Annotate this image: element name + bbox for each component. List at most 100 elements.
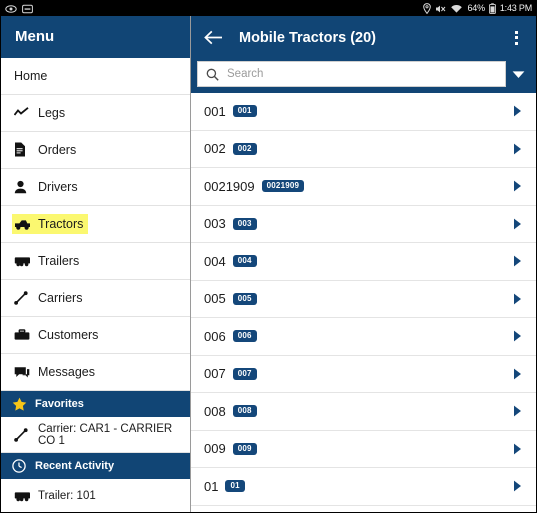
sidebar-item-carriers[interactable]: Carriers — [1, 280, 190, 318]
list-item[interactable]: 003 003 — [191, 205, 536, 243]
sidebar-item-label: Trailers — [38, 254, 80, 269]
list-item-badge: 009 — [232, 442, 257, 455]
status-bar-right-icons: 64% 1:43 PM — [423, 3, 532, 14]
list-item[interactable]: 001 001 — [191, 93, 536, 131]
chevron-right-icon[interactable] — [510, 143, 524, 155]
list-item[interactable]: 007 007 — [191, 355, 536, 393]
app-bar: Mobile Tractors (20) — [191, 16, 536, 59]
list-item[interactable]: 005 005 — [191, 280, 536, 318]
chevron-right-icon[interactable] — [510, 443, 524, 455]
app-body: Menu Home Legs Orders Drivers Tractors T… — [1, 16, 536, 512]
chevron-right-icon[interactable] — [510, 293, 524, 305]
chevron-down-icon[interactable] — [506, 70, 530, 79]
briefcase-icon — [14, 329, 33, 341]
list-item[interactable]: 006 006 — [191, 318, 536, 356]
sidebar-item-tractors[interactable]: Tractors — [1, 206, 190, 244]
person-icon — [14, 180, 33, 194]
app-screen: 64% 1:43 PM Menu Home Legs Orders Driver… — [0, 0, 537, 513]
list-item-label: 006 — [204, 328, 226, 344]
chevron-right-icon[interactable] — [510, 368, 524, 380]
link-icon — [14, 291, 33, 305]
list-item-badge: 001 — [232, 105, 257, 118]
overflow-menu-icon[interactable] — [505, 25, 527, 51]
sidebar-item-label: Tractors — [38, 217, 84, 232]
chevron-right-icon[interactable] — [510, 180, 524, 192]
battery-icon — [489, 3, 496, 14]
list-item[interactable]: 004 004 — [191, 243, 536, 281]
list-item[interactable]: 002 002 — [191, 130, 536, 168]
list-item-badge: 0021909 — [261, 180, 305, 193]
search-input[interactable] — [227, 62, 505, 86]
chevron-right-icon[interactable] — [510, 255, 524, 267]
link-icon — [14, 427, 33, 442]
mute-icon — [436, 5, 446, 12]
list-item-label: 009 — [204, 441, 226, 457]
list-item-label: 007 — [204, 366, 226, 382]
favorite-item-label: Carrier: CAR1 - CARRIER CO 1 — [38, 422, 173, 447]
list-item[interactable]: 008 008 — [191, 393, 536, 431]
screenshot-icon — [22, 4, 33, 13]
recent-activity-section-header: Recent Activity — [1, 452, 190, 479]
android-status-bar: 64% 1:43 PM — [1, 1, 536, 16]
list-item-label: 01 — [204, 478, 219, 494]
chevron-right-icon[interactable] — [510, 480, 524, 492]
list-item-badge: 007 — [232, 367, 257, 380]
wifi-icon — [451, 4, 463, 13]
sidebar-item-tractors-highlight: Tractors — [12, 214, 89, 235]
list-item-label: 005 — [204, 291, 226, 307]
chevron-right-icon[interactable] — [510, 405, 524, 417]
status-bar-left-icons — [5, 4, 33, 14]
tractor-icon — [14, 218, 33, 230]
star-icon — [12, 397, 31, 411]
list-item-badge: 008 — [232, 405, 257, 418]
sidebar-item-customers[interactable]: Customers — [1, 317, 190, 355]
list-item-badge: 005 — [232, 292, 257, 305]
back-arrow-icon[interactable] — [201, 26, 225, 50]
list-item-label: 0021909 — [204, 178, 255, 194]
sidebar-item-label: Customers — [38, 328, 99, 343]
eye-icon — [5, 4, 17, 13]
sidebar-item-label: Messages — [38, 365, 95, 380]
list-item-badge: 004 — [232, 255, 257, 268]
sidebar-item-label: Carriers — [38, 291, 83, 306]
document-icon — [14, 142, 33, 157]
list-item[interactable]: 01 01 — [191, 468, 536, 506]
page-title: Mobile Tractors (20) — [239, 29, 376, 46]
sidebar-item-legs[interactable]: Legs — [1, 94, 190, 132]
list-item[interactable]: 009 009 — [191, 430, 536, 468]
list-item-label: 002 — [204, 141, 226, 157]
chevron-right-icon[interactable] — [510, 330, 524, 342]
location-icon — [423, 3, 432, 14]
chart-line-icon — [14, 107, 33, 118]
list-item-label: 008 — [204, 403, 226, 419]
trailer-icon — [14, 255, 33, 267]
sidebar-item-drivers[interactable]: Drivers — [1, 168, 190, 206]
recent-activity-item-label: Trailer: 101 — [38, 489, 96, 502]
favorite-item-carrier[interactable]: Carrier: CAR1 - CARRIER CO 1 — [1, 417, 190, 453]
sidebar-item-home[interactable]: Home — [1, 57, 190, 95]
sidebar-item-trailers[interactable]: Trailers — [1, 243, 190, 281]
list-item[interactable]: 01010101 — [191, 505, 536, 512]
trailer-icon — [14, 490, 33, 502]
sidebar-item-label: Home — [14, 68, 48, 83]
list-item-badge: 003 — [232, 217, 257, 230]
chevron-right-icon[interactable] — [510, 105, 524, 117]
clock-icon — [12, 458, 31, 473]
drawer-title: Menu — [15, 28, 55, 46]
list-item-badge: 006 — [232, 330, 257, 343]
search-bar-container — [191, 59, 536, 93]
recent-activity-item-trailer[interactable]: Trailer: 101 — [1, 479, 190, 512]
tractors-list: 001 001 002 002 0021909 0021909 003 003 004 004 00… — [191, 93, 536, 512]
sidebar-item-messages[interactable]: Messages — [1, 354, 190, 392]
list-item-label: 003 — [204, 216, 226, 232]
navigation-drawer: Menu Home Legs Orders Drivers Tractors T… — [1, 16, 191, 512]
favorites-title: Favorites — [35, 398, 84, 411]
list-item-badge: 002 — [232, 142, 257, 155]
drawer-header: Menu — [1, 16, 190, 58]
sidebar-item-label: Legs — [38, 105, 66, 120]
list-item[interactable]: 0021909 0021909 — [191, 168, 536, 206]
chevron-right-icon[interactable] — [510, 218, 524, 230]
list-item-badge: 01 — [225, 480, 245, 493]
sidebar-item-orders[interactable]: Orders — [1, 131, 190, 169]
search-box[interactable] — [197, 61, 506, 87]
